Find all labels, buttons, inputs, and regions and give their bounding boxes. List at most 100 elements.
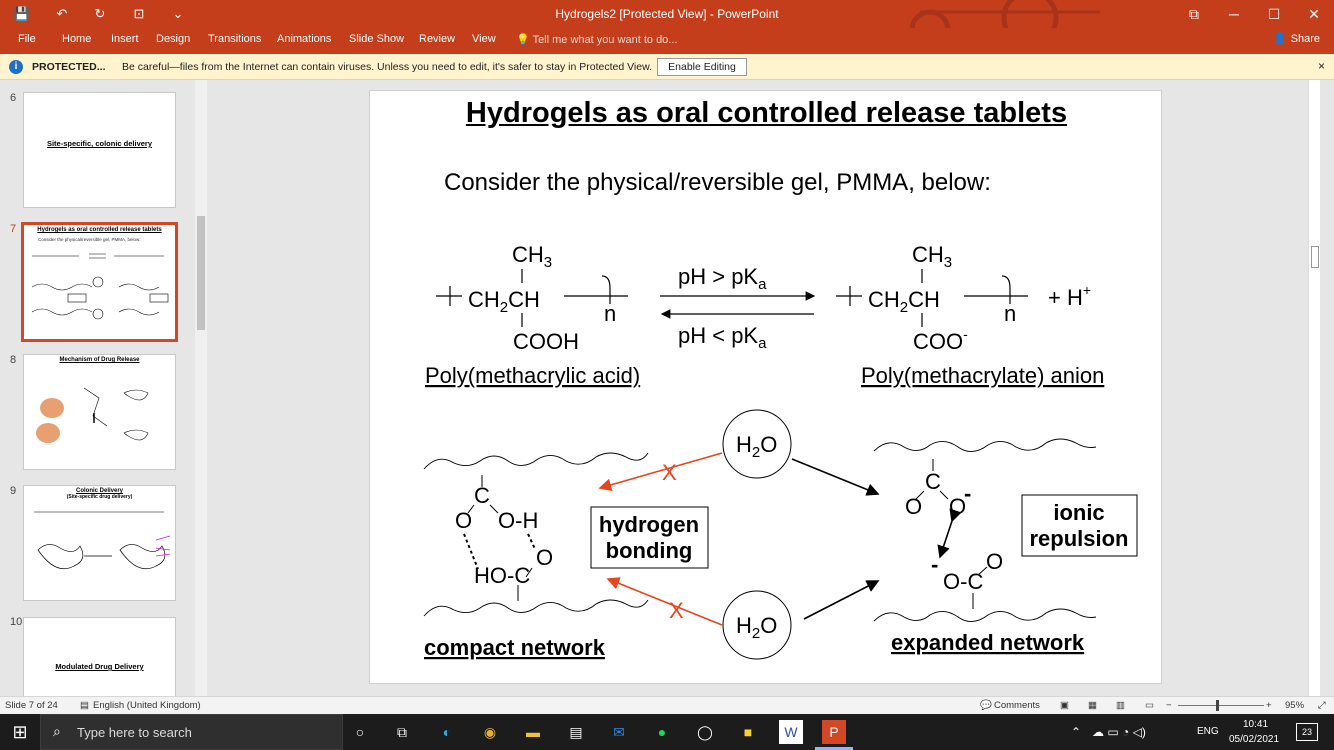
clock-time[interactable]: 10:41 [1243,719,1268,730]
tab-home[interactable]: Home [62,33,91,45]
word-icon[interactable]: W [779,720,803,744]
compact-hoc: HO-C [474,563,530,588]
compact-o-right: O [536,545,553,570]
normal-view-icon[interactable]: ▣ [1060,700,1069,711]
thumb-diagram [31,253,169,320]
file-explorer-icon[interactable]: ▬ [521,720,545,744]
slide-scrollbar[interactable] [1308,80,1320,696]
poly-methacrylic-acid-structure: CH3 CH2CH n COOH Poly(methacrylic acid) [425,242,640,388]
tray-icons[interactable]: ☁ ▭ ◔ ◁) [1092,725,1146,739]
tab-animations[interactable]: Animations [277,33,331,45]
water-to-expanded-arrow-bottom [803,580,880,620]
slide-thumbnail-7[interactable]: Hydrogels as oral controlled release tab… [21,222,178,342]
current-slide[interactable]: Hydrogels as oral controlled release tab… [369,90,1162,684]
blocked-arrow-top [598,452,723,492]
thumb-diagram [36,387,149,443]
slide-thumbnail-10[interactable]: Modulated Drug Delivery [23,617,176,697]
dell-icon[interactable]: ◯ [693,720,717,744]
compact-c-top: C [474,483,490,508]
keyboard-language[interactable]: ENG [1197,726,1219,737]
tab-insert[interactable]: Insert [111,33,139,45]
ribbon-display-icon[interactable]: ⧉ [1174,0,1214,28]
notification-count: 23 [1301,727,1312,737]
maximize-button[interactable]: ☐ [1254,0,1294,28]
windows-start-icon[interactable]: ⊞ [8,720,32,744]
tray-overflow-icon[interactable]: ⌃ [1071,725,1081,739]
zoom-in-icon[interactable]: + [1266,700,1272,711]
slide-thumbnail-8[interactable]: Mechanism of Drug Release [23,354,176,470]
zoom-slider[interactable] [1178,705,1264,706]
zoom-level[interactable]: 95% [1285,700,1304,711]
slide-sorter-icon[interactable]: ▦ [1088,700,1097,711]
cortana-icon[interactable]: ○ [348,720,372,744]
protected-label: PROTECTED... [32,61,106,73]
thumb-number: 8 [10,354,17,366]
left-ch3: CH3 [512,242,552,271]
expanded-o-left: O [905,494,922,519]
ribbon-tabs: File Home Insert Design Transitions Anim… [0,28,1334,54]
tab-design[interactable]: Design [156,33,190,45]
compact-network-label: compact network [424,635,606,660]
thumbnail-scrollbar[interactable] [195,80,207,696]
water-top: H2O [722,409,792,479]
mail-icon[interactable]: ✉ [607,720,631,744]
comments-icon[interactable]: 💬 [980,700,992,711]
comments-button[interactable]: Comments [994,700,1040,711]
blocked-arrow-bottom [606,577,723,626]
fit-slide-icon[interactable]: ⤢ [1318,700,1326,711]
hydrogen-bonding-box: hydrogen bonding [590,506,709,569]
right-polymer-name: Poly(methacrylate) anion [861,363,1104,388]
spellcheck-icon[interactable]: ▤ [80,700,89,711]
close-button[interactable]: ✕ [1294,0,1334,28]
left-cooh: COOH [513,329,579,354]
expanded-minus-bottom: - [931,552,938,577]
store-icon[interactable]: ▤ [564,720,588,744]
windows-taskbar: ⊞ ⌕ Type here to search ○ ⧉ ◐ ◉ ▬ ▤ ✉ ● … [0,714,1334,750]
hbond-line1: hydrogen [599,512,699,537]
task-view-icon[interactable]: ⧉ [390,720,414,744]
tab-transitions[interactable]: Transitions [208,33,261,45]
spotify-icon[interactable]: ● [650,720,674,744]
cross-top: X [662,460,677,485]
lightbulb-icon: 💡 [516,34,530,46]
taskbar-search[interactable]: ⌕ Type here to search [40,714,343,750]
zoom-out-icon[interactable]: − [1166,700,1172,711]
tab-slide-show[interactable]: Slide Show [349,33,404,45]
language-label[interactable]: English (United Kingdom) [93,700,201,711]
status-bar: Slide 7 of 24 ▤ English (United Kingdom)… [0,696,1334,714]
tab-file[interactable]: File [18,33,36,45]
enable-editing-button[interactable]: Enable Editing [657,58,747,76]
thumb-title: Modulated Drug Delivery [55,662,144,671]
search-icon: ⌕ [53,723,61,739]
info-icon: i [9,60,23,74]
chrome-icon[interactable]: ◉ [478,720,502,744]
reading-view-icon[interactable]: ▥ [1116,700,1125,711]
zoom-slider-handle[interactable] [1216,700,1219,711]
title-bar: 💾 ↶ ↻ ⊡ ⌄ Hydrogels2 [Protected View] - … [0,0,1334,51]
close-protected-bar-icon[interactable]: × [1318,59,1325,73]
edge-icon[interactable]: ◐ [435,720,459,744]
tell-me-label: Tell me what you want to do... [532,34,678,46]
slideshow-view-icon[interactable]: ▭ [1145,700,1154,711]
sticky-notes-icon[interactable]: ■ [736,720,760,744]
compact-o-left: O [455,508,472,533]
share-button[interactable]: 👤 Share [1273,32,1320,46]
right-n: n [1004,301,1016,326]
thumb-diagram [34,511,171,570]
tab-review[interactable]: Review [419,33,455,45]
thumb-number: 10 [10,616,23,628]
tell-me-search[interactable]: 💡 Tell me what you want to do... [516,33,677,46]
thumb-number: 9 [10,485,17,497]
minimize-button[interactable]: ─ [1214,0,1254,28]
slide-thumbnail-6[interactable]: Site-specific, colonic delivery [23,92,176,208]
clock-date[interactable]: 05/02/2021 [1229,734,1279,745]
tab-view[interactable]: View [472,33,496,45]
powerpoint-icon[interactable]: P [822,720,846,744]
thumbnail-scrollbar-thumb[interactable] [197,216,205,330]
compact-oh: O-H [498,508,538,533]
slide-scrollbar-thumb[interactable] [1311,246,1319,268]
cross-bottom: X [669,598,684,623]
notification-center[interactable]: 23 [1296,723,1318,741]
thumb-title: Site-specific, colonic delivery [46,139,153,148]
slide-thumbnail-9[interactable]: Colonic Delivery (Site-specific drug del… [23,485,176,601]
